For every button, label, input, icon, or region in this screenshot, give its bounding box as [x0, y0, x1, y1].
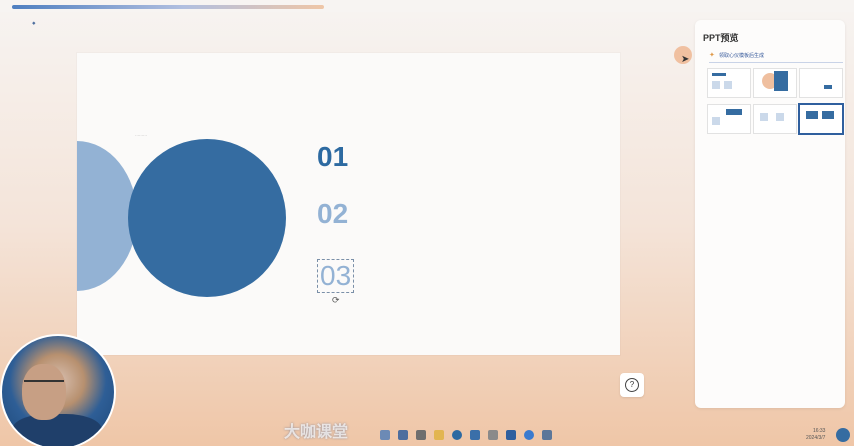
thumbnail-6-selected[interactable]	[799, 104, 843, 134]
loading-progress-bar	[12, 5, 324, 9]
lightbulb-icon: ✦	[709, 52, 715, 59]
webcam-face	[22, 364, 66, 420]
taskbar-app-icon[interactable]	[488, 430, 498, 440]
taskbar	[380, 428, 560, 444]
webcam-overlay	[0, 334, 116, 446]
slide-number-02[interactable]: 02	[317, 198, 348, 230]
taskbar-app-icon[interactable]	[542, 430, 552, 440]
thumbnail-3[interactable]	[799, 68, 843, 98]
taskbar-browser-icon[interactable]	[452, 430, 462, 440]
question-circle-icon: ?	[625, 378, 639, 392]
thumbnail-2[interactable]	[753, 68, 797, 98]
tray-avatar[interactable]	[836, 428, 850, 442]
taskbar-app-icon[interactable]	[470, 430, 480, 440]
webcam-shirt	[12, 414, 102, 446]
taskbar-app-icon[interactable]	[506, 430, 516, 440]
small-cursor-icon: ⬩	[32, 18, 36, 29]
help-button[interactable]: ?	[620, 373, 644, 397]
panel-tip[interactable]: ✦ 领取心仪模板后生成	[709, 50, 843, 63]
webcam-glasses	[24, 380, 64, 388]
rotate-icon[interactable]: ⟳	[332, 295, 340, 306]
thumbnail-5[interactable]	[753, 104, 797, 134]
panel-title: PPT预览	[703, 33, 739, 43]
taskbar-app-icon[interactable]	[380, 430, 390, 440]
taskbar-app-icon[interactable]	[416, 430, 426, 440]
ppt-preview-panel: PPT预览 ✦ 领取心仪模板后生成	[695, 20, 845, 408]
taskbar-app-icon[interactable]	[398, 430, 408, 440]
main-circle-shape[interactable]	[128, 139, 286, 297]
watermark-logo: 大咖课堂	[284, 424, 349, 441]
taskbar-folder-icon[interactable]	[434, 430, 444, 440]
slide-canvas[interactable]: ········· 01 02 03 ⟳	[77, 53, 620, 355]
slide-small-text: ·········	[135, 133, 147, 138]
thumbnail-1[interactable]	[707, 68, 751, 98]
arrow-cursor-icon: ➤	[681, 54, 690, 65]
slide-number-01[interactable]: 01	[317, 141, 348, 173]
system-clock[interactable]: 16:33 2024/3/7	[806, 428, 825, 442]
thumbnail-4[interactable]	[707, 104, 751, 134]
taskbar-app-icon[interactable]	[524, 430, 534, 440]
panel-tip-text: 领取心仪模板后生成	[719, 53, 765, 59]
top-bar	[0, 0, 854, 12]
clock-time: 16:33	[812, 428, 826, 434]
clock-date: 2024/3/7	[806, 435, 826, 441]
slide-number-03-selected[interactable]: 03	[317, 259, 355, 293]
